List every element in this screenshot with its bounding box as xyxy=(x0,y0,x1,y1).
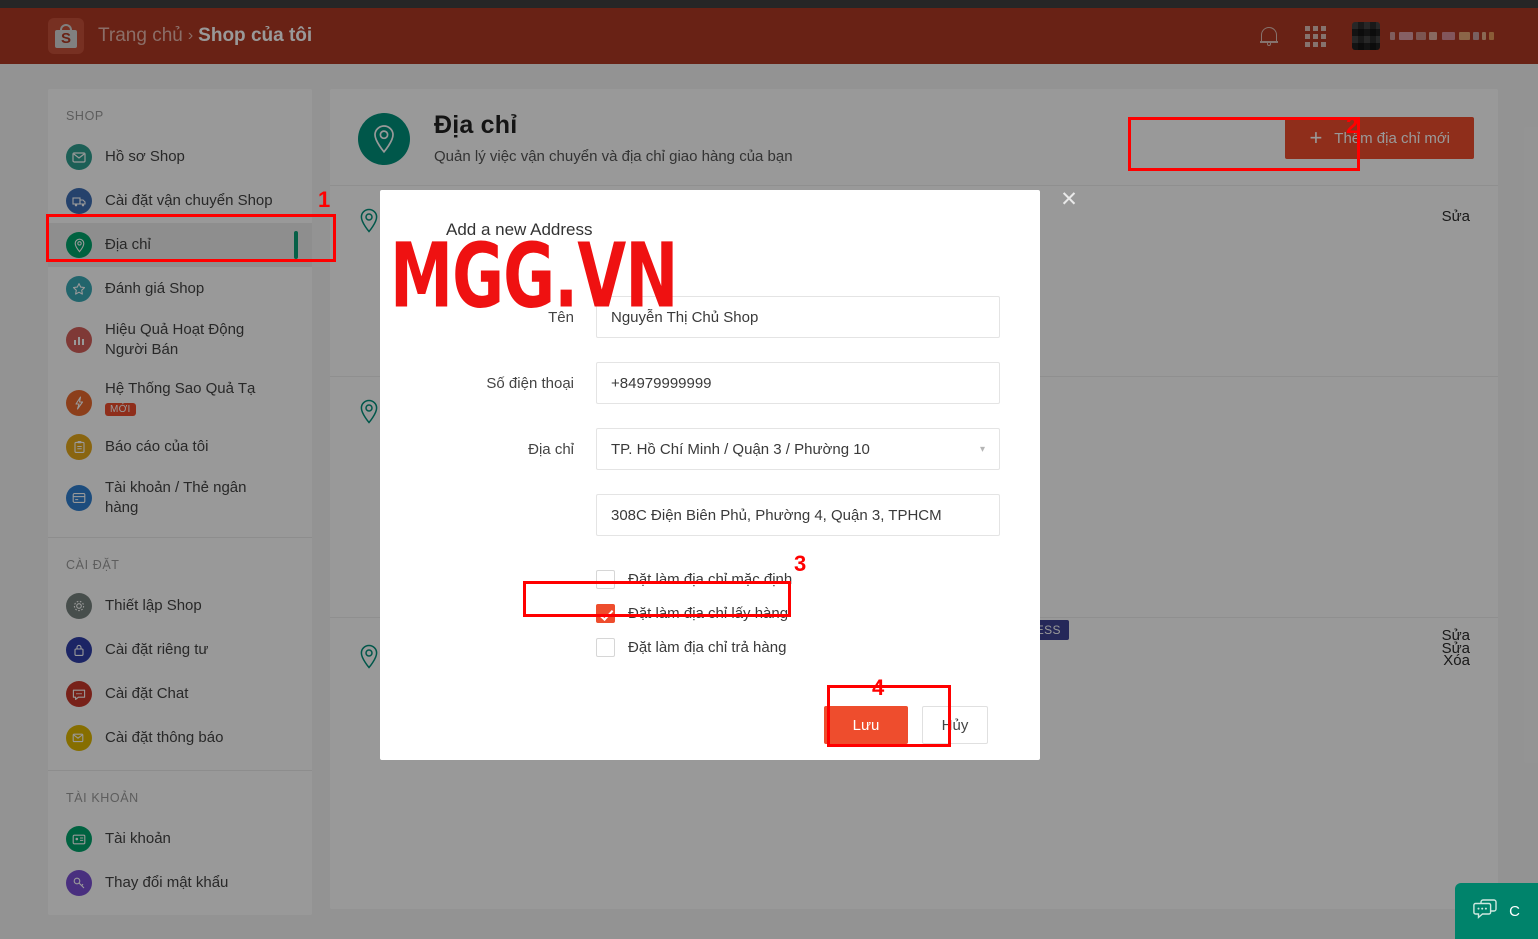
pickup-address-checkbox[interactable] xyxy=(596,603,615,623)
save-button[interactable]: Lưu xyxy=(824,706,908,744)
chat-widget[interactable]: C xyxy=(1455,883,1538,939)
annotation-number-4: 4 xyxy=(872,675,885,700)
pickup-address-label: Đặt làm địa chỉ lấy hàng xyxy=(628,604,789,622)
street-input[interactable]: 308C Điện Biên Phủ, Phường 4, Quận 3, TP… xyxy=(596,494,1000,536)
address-options: Đặt làm địa chỉ mặc định Đặt làm địa chỉ… xyxy=(420,562,1000,664)
phone-input-value: +84979999999 xyxy=(611,374,712,392)
default-address-label: Đặt làm địa chỉ mặc định xyxy=(628,570,793,588)
form-row-name: Tên Nguyễn Thị Chủ Shop xyxy=(420,296,1000,338)
name-field-label: Tên xyxy=(548,308,574,326)
dialog-title: Add a new Address xyxy=(446,220,593,239)
return-address-checkbox[interactable] xyxy=(596,637,615,657)
street-input-value: 308C Điện Biên Phủ, Phường 4, Quận 3, TP… xyxy=(611,506,942,524)
phone-input[interactable]: +84979999999 xyxy=(596,362,1000,404)
add-address-dialog: Add a new Address Tên Nguyễn Thị Chủ Sho… xyxy=(380,190,1040,760)
app-screen: S Trang chủ › Shop của tôi SHOP Hồ sơ Sh… xyxy=(0,0,1538,939)
default-address-checkbox[interactable] xyxy=(596,569,615,589)
return-address-label: Đặt làm địa chỉ trả hàng xyxy=(628,638,787,656)
dialog-actions: Lưu Hủy xyxy=(420,706,1000,744)
chat-widget-label: C xyxy=(1509,902,1520,920)
chat-bubble-icon xyxy=(1473,898,1499,924)
chevron-down-icon: ▾ xyxy=(979,443,985,455)
annotation-number-3: 3 xyxy=(794,551,807,576)
checkbox-row-pickup[interactable]: Đặt làm địa chỉ lấy hàng xyxy=(596,596,1000,630)
close-icon[interactable]: ✕ xyxy=(1058,189,1080,212)
annotation-number-2: 2 xyxy=(1346,113,1359,138)
annotation-number-1: 1 xyxy=(318,187,331,212)
form-row-region: Địa chỉ TP. Hồ Chí Minh / Quận 3 / Phườn… xyxy=(420,428,1000,470)
address-field-label: Địa chỉ xyxy=(528,440,574,458)
browser-chrome-strip xyxy=(0,0,1538,8)
checkbox-row-return[interactable]: Đặt làm địa chỉ trả hàng xyxy=(596,630,1000,664)
region-select-value: TP. Hồ Chí Minh / Quận 3 / Phường 10 xyxy=(611,440,870,458)
form-row-phone: Số điện thoại +84979999999 xyxy=(420,362,1000,404)
name-input[interactable]: Nguyễn Thị Chủ Shop xyxy=(596,296,1000,338)
form-row-street: 308C Điện Biên Phủ, Phường 4, Quận 3, TP… xyxy=(420,494,1000,536)
cancel-button[interactable]: Hủy xyxy=(922,706,988,744)
phone-field-label: Số điện thoại xyxy=(486,374,574,392)
name-input-value: Nguyễn Thị Chủ Shop xyxy=(611,308,759,326)
region-select[interactable]: TP. Hồ Chí Minh / Quận 3 / Phường 10 ▾ xyxy=(596,428,1000,470)
